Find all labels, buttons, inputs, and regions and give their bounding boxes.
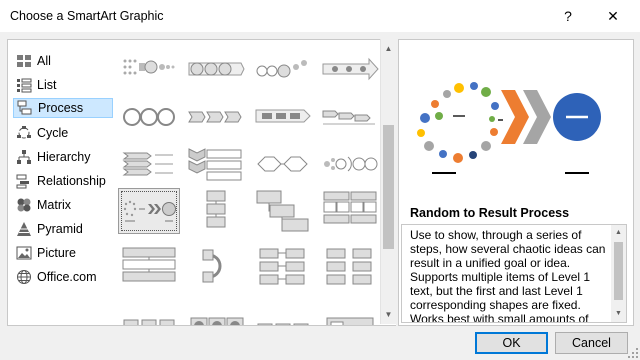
category-label: Cycle [37, 126, 69, 140]
layout-thumbnail[interactable] [319, 188, 381, 234]
layout-thumbnail[interactable] [252, 188, 314, 234]
layout-thumbnail[interactable] [319, 245, 381, 291]
layout-thumbnail[interactable] [118, 141, 180, 187]
layout-thumbnail[interactable] [252, 141, 314, 187]
layout-thumbnail[interactable] [185, 94, 247, 140]
layout-thumbnail[interactable] [252, 47, 314, 93]
office-com-icon [16, 269, 32, 285]
layout-thumbnail[interactable] [118, 302, 180, 325]
layout-thumbnail[interactable] [252, 94, 314, 140]
category-label: List [37, 78, 57, 92]
cancel-label: Cancel [572, 336, 611, 350]
layout-description: Use to show, through a series of steps, … [410, 228, 606, 323]
layout-thumbnail[interactable] [319, 302, 381, 325]
layout-thumbnail[interactable] [185, 302, 247, 325]
picture-icon [16, 245, 32, 261]
cycle-icon [16, 125, 32, 141]
category-label: Hierarchy [37, 150, 91, 164]
scroll-down-arrow-icon[interactable]: ▼ [611, 307, 626, 320]
category-label: Process [38, 101, 84, 115]
layout-gallery [115, 39, 396, 326]
layout-thumbnail[interactable] [185, 245, 247, 291]
close-icon: ✕ [607, 7, 619, 24]
matrix-icon [16, 197, 32, 213]
category-label: All [37, 54, 51, 68]
gallery-scrollbar[interactable]: ▲ ▼ [380, 39, 396, 324]
layout-description-box: Use to show, through a series of steps, … [401, 224, 627, 323]
help-button[interactable]: ? [548, 0, 588, 32]
layout-thumbnail[interactable] [118, 47, 180, 93]
ok-label: OK [502, 336, 521, 350]
cancel-button[interactable]: Cancel [555, 332, 628, 354]
category-label: Picture [37, 246, 76, 260]
layout-thumbnail[interactable] [319, 47, 381, 93]
layout-thumbnail[interactable] [185, 47, 247, 93]
title-bar: Choose a SmartArt Graphic ? ✕ [0, 0, 640, 32]
layout-preview [399, 40, 633, 200]
details-pane: Random to Result Process Use to show, th… [398, 39, 634, 326]
layout-title: Random to Result Process [410, 206, 570, 220]
category-label: Pyramid [37, 222, 83, 236]
layout-thumbnail[interactable] [252, 302, 314, 325]
description-scrollbar[interactable]: ▲ ▼ [611, 225, 626, 322]
category-item-process[interactable]: Process [13, 98, 113, 118]
scroll-up-arrow-icon[interactable]: ▲ [381, 41, 396, 56]
scroll-down-arrow-icon[interactable]: ▼ [381, 307, 396, 322]
scroll-up-arrow-icon[interactable]: ▲ [611, 226, 626, 239]
layout-thumbnail[interactable] [185, 188, 247, 234]
category-item-relationship[interactable]: Relationship [13, 171, 113, 191]
ok-button[interactable]: OK [475, 332, 548, 354]
category-item-pyramid[interactable]: Pyramid [13, 219, 113, 239]
scrollbar-thumb[interactable] [383, 125, 394, 249]
layout-thumbnail[interactable] [319, 94, 381, 140]
category-item-matrix[interactable]: Matrix [13, 195, 113, 215]
layout-thumbnail[interactable] [118, 94, 180, 140]
category-item-picture[interactable]: Picture [13, 243, 113, 263]
list-icon [16, 77, 32, 93]
category-label: Office.com [37, 270, 97, 284]
layout-thumbnail-random-to-result[interactable] [118, 188, 180, 234]
layout-thumbnail[interactable] [185, 141, 247, 187]
category-label: Relationship [37, 174, 106, 188]
category-list: All List Process Cycle Hierarchy Relatio… [7, 39, 116, 326]
category-item-all[interactable]: All [13, 51, 113, 71]
category-item-cycle[interactable]: Cycle [13, 123, 113, 143]
relationship-icon [16, 173, 32, 189]
layout-thumbnail[interactable] [252, 245, 314, 291]
scrollbar-thumb[interactable] [614, 242, 623, 300]
dialog-title: Choose a SmartArt Graphic [10, 9, 164, 23]
layout-thumbnail[interactable] [118, 245, 180, 291]
help-icon: ? [564, 8, 572, 24]
preview-graphic [417, 82, 601, 174]
close-button[interactable]: ✕ [593, 0, 633, 32]
layout-thumbnail[interactable] [319, 141, 381, 187]
category-item-hierarchy[interactable]: Hierarchy [13, 147, 113, 167]
category-label: Matrix [37, 198, 72, 212]
hierarchy-icon [16, 149, 32, 165]
process-icon [17, 100, 33, 116]
category-item-list[interactable]: List [13, 75, 113, 95]
pyramid-icon [16, 221, 32, 237]
resize-grip-icon[interactable] [628, 348, 638, 358]
all-icon [16, 53, 32, 69]
category-item-office-com[interactable]: Office.com [13, 267, 113, 287]
